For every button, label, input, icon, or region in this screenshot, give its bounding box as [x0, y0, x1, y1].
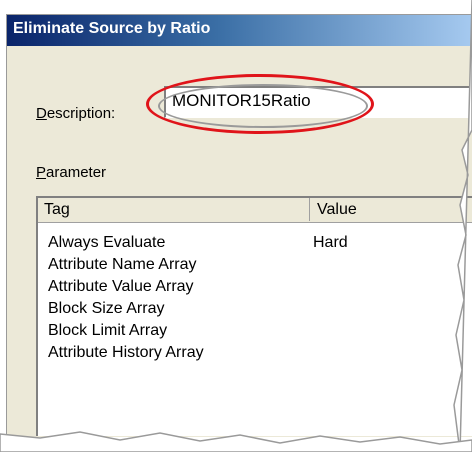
- row-tag: Attribute History Array: [48, 344, 204, 361]
- description-label: Description:: [36, 105, 116, 122]
- row-value: Hard: [313, 234, 348, 251]
- list-item[interactable]: Attribute Name Array: [48, 256, 204, 278]
- parameter-list[interactable]: Tag Value Always Evaluate Hard Attribute…: [36, 196, 472, 436]
- window-title: Eliminate Source by Ratio: [13, 20, 211, 37]
- list-item[interactable]: Block Size Array: [48, 300, 204, 322]
- row-tag: Always Evaluate: [48, 234, 166, 251]
- list-item[interactable]: Block Limit Array: [48, 322, 204, 344]
- list-header: Tag Value: [38, 198, 472, 223]
- row-tag: Attribute Value Array: [48, 278, 194, 295]
- column-header-value[interactable]: Value: [311, 198, 472, 221]
- title-bar[interactable]: Eliminate Source by Ratio: [7, 15, 472, 46]
- list-item[interactable]: Attribute Value Array: [48, 278, 204, 300]
- row-tag: Attribute Name Array: [48, 256, 197, 273]
- list-item[interactable]: Always Evaluate Hard: [48, 234, 348, 256]
- column-header-tag[interactable]: Tag: [38, 198, 310, 221]
- row-tag: Block Limit Array: [48, 322, 168, 339]
- list-item[interactable]: Attribute History Array: [48, 344, 204, 366]
- row-tag: Block Size Array: [48, 300, 165, 317]
- description-input[interactable]: MONITOR15Ratio: [164, 86, 472, 118]
- parameter-label: Parameter: [36, 164, 107, 181]
- list-rows: Always Evaluate Hard Attribute Name Arra…: [48, 234, 348, 366]
- screenshot: Eliminate Source by Ratio Description: M…: [0, 0, 472, 452]
